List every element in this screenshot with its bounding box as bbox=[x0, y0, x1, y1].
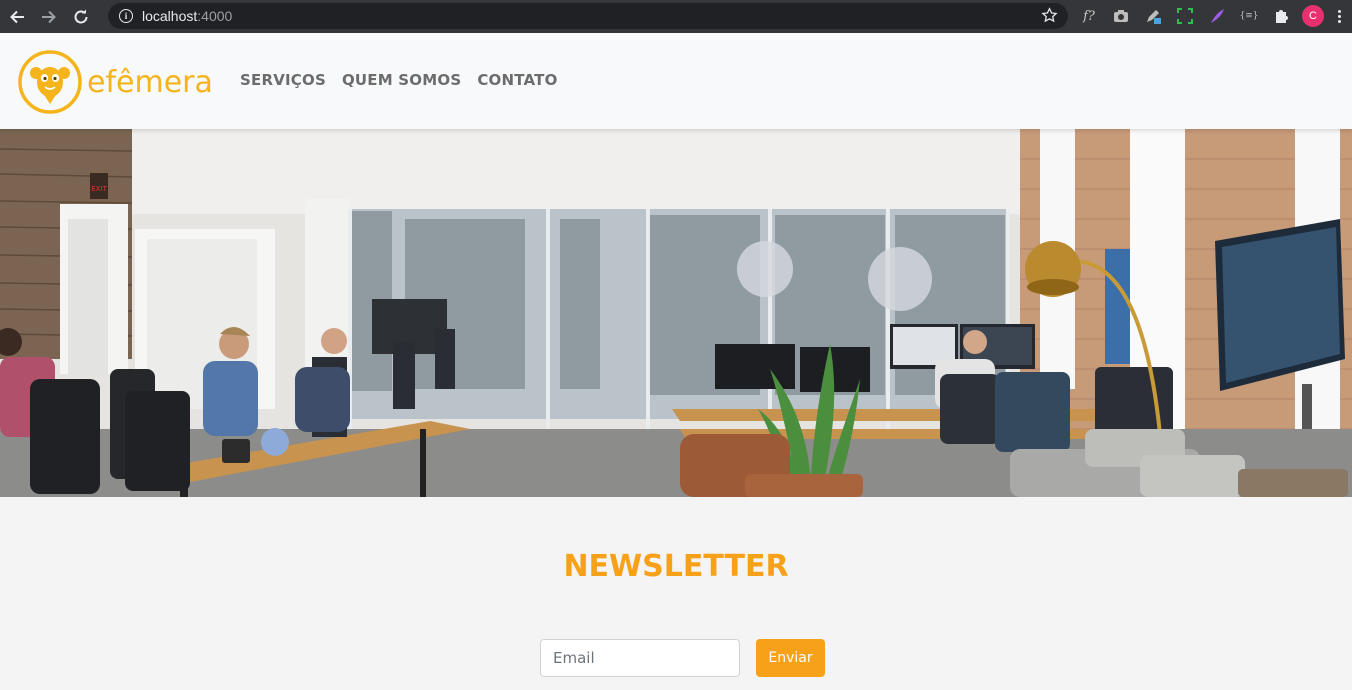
monkey-logo-icon bbox=[18, 50, 82, 114]
camera-extension-icon[interactable] bbox=[1110, 5, 1132, 27]
forward-button[interactable] bbox=[34, 2, 64, 32]
exit-sign-text: EXIT bbox=[91, 185, 107, 193]
hero-office-image: EXIT bbox=[0, 129, 1352, 497]
brand-logo[interactable]: efêmera bbox=[17, 49, 213, 115]
extensions-bar: f? {≡} C bbox=[1078, 4, 1344, 28]
profile-avatar[interactable]: C bbox=[1302, 5, 1324, 27]
back-button[interactable] bbox=[2, 2, 32, 32]
email-field[interactable] bbox=[540, 639, 740, 677]
browser-toolbar: i localhost:4000 f? {≡} C bbox=[0, 0, 1352, 33]
feather-extension-icon[interactable] bbox=[1206, 5, 1228, 27]
screenshot-extension-icon[interactable] bbox=[1174, 5, 1196, 27]
puzzle-icon bbox=[1276, 10, 1288, 23]
pen-icon bbox=[1147, 10, 1161, 24]
office-scene: EXIT bbox=[0, 129, 1352, 497]
bookmark-star-icon[interactable] bbox=[1041, 7, 1058, 24]
font-extension-icon[interactable]: f? bbox=[1078, 5, 1100, 27]
json-extension-label: {≡} bbox=[1239, 11, 1259, 21]
pen-extension-icon[interactable] bbox=[1142, 5, 1164, 27]
font-extension-label: f? bbox=[1083, 8, 1095, 24]
browser-menu-icon[interactable] bbox=[1334, 9, 1344, 23]
profile-initial: C bbox=[1309, 10, 1317, 22]
send-button[interactable]: Enviar bbox=[756, 639, 825, 677]
brand-name: efêmera bbox=[87, 64, 213, 100]
puzzle-extensions-icon[interactable] bbox=[1270, 5, 1292, 27]
nav-item-contato[interactable]: CONTATO bbox=[477, 71, 557, 89]
feather-icon bbox=[1211, 9, 1224, 23]
nav-item-servicos[interactable]: SERVIÇOS bbox=[240, 71, 326, 89]
url-text: localhost:4000 bbox=[142, 8, 233, 24]
main-nav: SERVIÇOS QUEM SOMOS CONTATO bbox=[240, 71, 558, 89]
newsletter-title: NEWSLETTER bbox=[563, 549, 789, 584]
newsletter-section: NEWSLETTER Enviar bbox=[0, 497, 1352, 690]
arrow-right-icon bbox=[42, 10, 56, 23]
camera-icon bbox=[1114, 10, 1128, 22]
arrow-left-icon bbox=[10, 10, 24, 23]
nav-item-quem-somos[interactable]: QUEM SOMOS bbox=[342, 71, 461, 89]
site-header: efêmera SERVIÇOS QUEM SOMOS CONTATO bbox=[0, 33, 1352, 129]
crop-frame-icon bbox=[1177, 8, 1193, 24]
json-extension-icon[interactable]: {≡} bbox=[1238, 5, 1260, 27]
reload-button[interactable] bbox=[66, 2, 96, 32]
address-bar[interactable]: i localhost:4000 bbox=[108, 3, 1068, 29]
reload-icon bbox=[74, 9, 88, 23]
info-icon[interactable]: i bbox=[119, 9, 133, 23]
